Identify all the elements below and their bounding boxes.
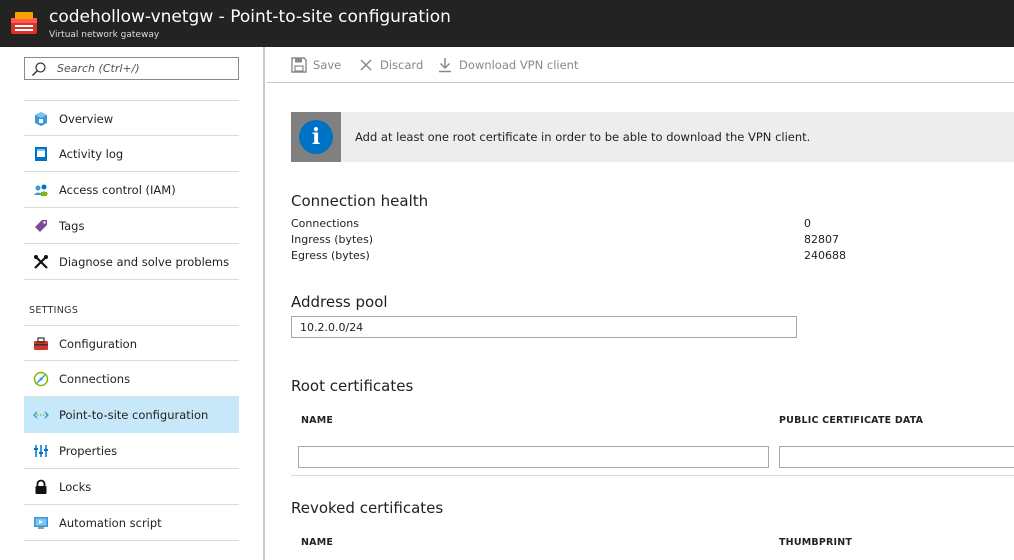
search-input[interactable]: Search (Ctrl+/) xyxy=(24,57,239,80)
root-cert-data-input[interactable] xyxy=(779,446,1014,468)
root-certificates-title: Root certificates xyxy=(291,377,414,395)
connection-health-title: Connection health xyxy=(291,192,429,210)
sidebar-item-label: Point-to-site configuration xyxy=(59,408,209,422)
wrench-icon xyxy=(34,255,48,269)
sidebar-item-automation-script[interactable]: Automation script xyxy=(24,505,239,541)
sidebar-item-label: Configuration xyxy=(59,337,137,351)
sidebar-item-label: Access control (IAM) xyxy=(59,183,176,197)
sidebar-item-label: Automation script xyxy=(59,516,162,530)
settings-section-label: SETTINGS xyxy=(29,305,79,316)
resource-menu: Search (Ctrl+/) Overview Activity log Ac… xyxy=(0,47,265,560)
search-placeholder: Search (Ctrl+/) xyxy=(57,62,140,75)
tag-icon xyxy=(35,220,47,232)
sidebar-item-access-control[interactable]: Access control (IAM) xyxy=(24,172,239,208)
point-to-site-icon xyxy=(33,411,49,419)
sidebar-item-label: Properties xyxy=(59,444,118,458)
root-cert-data-header: PUBLIC CERTIFICATE DATA xyxy=(779,415,924,426)
blade-header: codehollow-vnetgw - Point-to-site config… xyxy=(0,0,1014,47)
revoked-cert-name-header: NAME xyxy=(301,537,334,548)
toolbox-icon xyxy=(34,337,48,350)
sidebar-item-activity-log[interactable]: Activity log xyxy=(24,136,239,172)
save-label: Save xyxy=(313,58,342,72)
sidebar-item-label: Diagnose and solve problems xyxy=(59,255,230,269)
discard-label: Discard xyxy=(380,58,424,72)
sidebar-item-label: Activity log xyxy=(59,147,124,161)
sidebar-item-label: Locks xyxy=(59,480,92,494)
automation-script-icon xyxy=(34,517,48,529)
info-banner: i Add at least one root certificate in o… xyxy=(291,112,1014,162)
lock-icon xyxy=(35,479,47,494)
revoked-cert-thumbprint-header: THUMBPRINT xyxy=(779,537,853,548)
download-icon xyxy=(439,58,451,73)
root-cert-divider xyxy=(291,475,1014,476)
sidebar-item-label: Tags xyxy=(59,219,85,233)
revoked-certificates-title: Revoked certificates xyxy=(291,499,444,517)
ingress-value: 82807 xyxy=(804,233,839,246)
info-message: Add at least one root certificate in ord… xyxy=(355,130,811,144)
info-icon: i xyxy=(299,120,333,154)
command-bar: Save Discard Download VPN client xyxy=(267,47,1014,83)
root-cert-name-input[interactable] xyxy=(298,446,769,468)
sidebar-item-label: Overview xyxy=(59,112,114,126)
connections-icon xyxy=(33,371,49,387)
download-label: Download VPN client xyxy=(459,58,579,72)
sidebar-item-label: Connections xyxy=(59,372,131,386)
properties-icon xyxy=(34,445,48,457)
page-title: codehollow-vnetgw - Point-to-site config… xyxy=(49,7,451,27)
overview-icon xyxy=(35,112,47,126)
address-pool-title: Address pool xyxy=(291,293,388,311)
root-cert-name-header: NAME xyxy=(301,415,334,426)
sidebar-item-connections[interactable]: Connections xyxy=(24,361,239,397)
connections-value: 0 xyxy=(804,217,811,230)
sidebar-item-diagnose[interactable]: Diagnose and solve problems xyxy=(24,244,239,280)
sidebar-item-locks[interactable]: Locks xyxy=(24,469,239,505)
sidebar-item-point-to-site[interactable]: Point-to-site configuration xyxy=(24,397,239,433)
address-pool-value: 10.2.0.0/24 xyxy=(300,321,364,334)
close-icon xyxy=(360,59,372,71)
sidebar-item-properties[interactable]: Properties xyxy=(24,433,239,469)
ingress-key: Ingress (bytes) xyxy=(291,233,374,246)
access-control-icon xyxy=(34,184,48,196)
page-subtitle: Virtual network gateway xyxy=(49,30,160,40)
address-pool-input[interactable]: 10.2.0.0/24 xyxy=(291,316,797,338)
save-icon xyxy=(291,57,307,73)
info-icon-box: i xyxy=(291,112,341,162)
search-icon xyxy=(32,62,46,76)
egress-value: 240688 xyxy=(804,249,846,262)
vpn-gateway-icon xyxy=(11,12,37,34)
connections-key: Connections xyxy=(291,217,359,230)
sidebar-item-tags[interactable]: Tags xyxy=(24,208,239,244)
sidebar-item-configuration[interactable]: Configuration xyxy=(24,325,239,361)
egress-key: Egress (bytes) xyxy=(291,249,370,262)
sidebar-item-overview[interactable]: Overview xyxy=(24,100,239,136)
activity-log-icon xyxy=(35,147,47,161)
